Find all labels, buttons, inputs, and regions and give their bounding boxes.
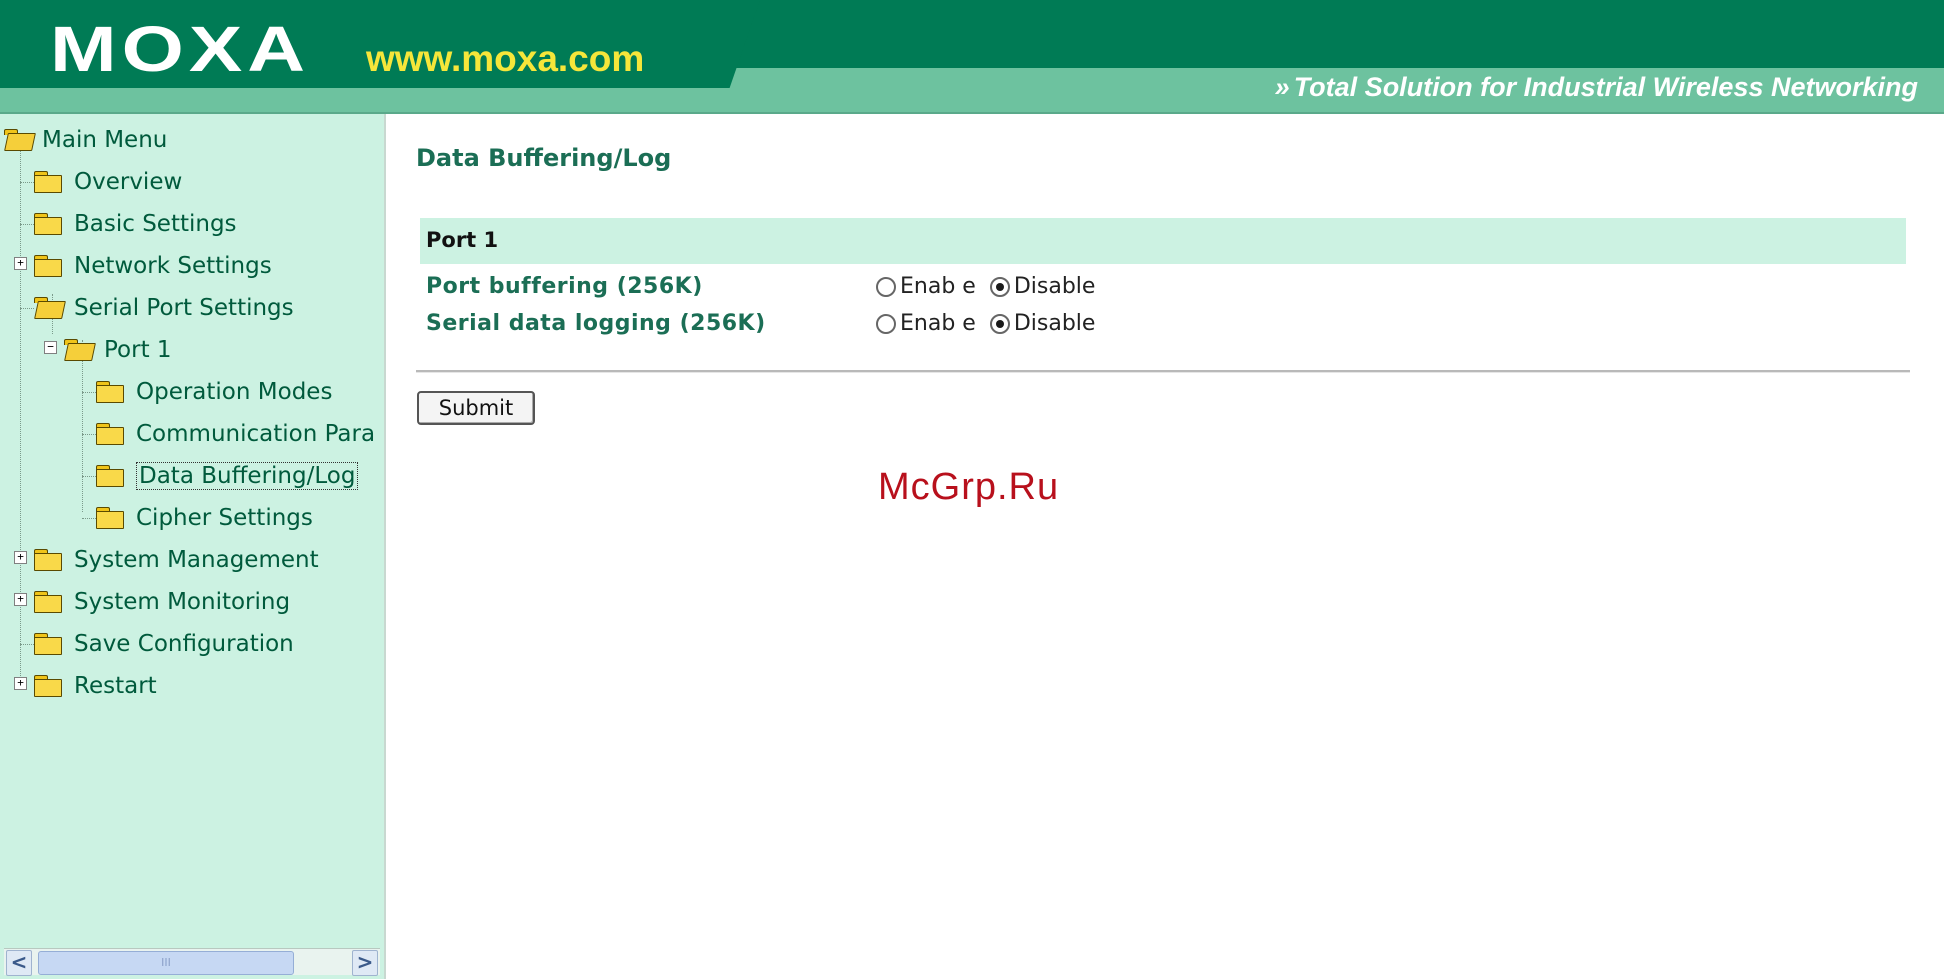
serial-logging-disable-option[interactable]: Disable	[989, 311, 1096, 336]
sidebar-item-label: Overview	[74, 169, 183, 195]
divider	[416, 370, 1910, 373]
sidebar-item-main-menu[interactable]: Main Menu	[4, 123, 167, 157]
header-tagline: » Total Solution for Industrial Wireless …	[1275, 72, 1918, 103]
tree-guide	[82, 434, 96, 435]
sidebar-item-restart[interactable]: Restart	[34, 669, 157, 703]
sidebar-item-save-configuration[interactable]: Save Configuration	[34, 627, 294, 661]
sidebar-item-system-management[interactable]: System Management	[34, 543, 319, 577]
radio-button-checked[interactable]	[989, 276, 1010, 297]
port-buffering-radio-group: Enab e Disable	[876, 274, 1109, 299]
sidebar-item-communication-parameters[interactable]: Communication Para	[96, 417, 375, 451]
header-banner: MOXA www.moxa.com » Total Solution for In…	[0, 0, 1944, 114]
sidebar-item-overview[interactable]: Overview	[34, 165, 182, 199]
site-url: www.moxa.com	[366, 38, 645, 79]
folder-open-icon	[64, 339, 92, 361]
expand-plus-icon[interactable]: +	[14, 257, 27, 270]
setting-label: Serial data logging (256K)	[426, 311, 766, 336]
sidebar-item-label: Network Settings	[74, 253, 272, 279]
tree-guide	[82, 476, 96, 477]
double-chevron-icon: »	[1274, 72, 1290, 102]
tree-guide	[20, 644, 34, 645]
tree-guide	[82, 392, 96, 393]
sidebar-item-basic-settings[interactable]: Basic Settings	[34, 207, 237, 241]
scroll-left-icon[interactable]: <	[6, 950, 32, 976]
sidebar-item-port-1[interactable]: Port 1	[64, 333, 172, 367]
sidebar-item-label: Restart	[74, 673, 157, 699]
folder-icon	[34, 549, 62, 571]
sidebar-item-operation-modes[interactable]: Operation Modes	[96, 375, 332, 409]
folder-icon	[34, 675, 62, 697]
expand-plus-icon[interactable]: +	[14, 551, 27, 564]
tree-guide	[82, 518, 96, 519]
folder-open-icon	[4, 129, 32, 151]
sidebar-item-label: System Management	[74, 547, 319, 573]
tree-guide	[20, 308, 34, 309]
serial-logging-enable-option[interactable]: Enab e	[876, 311, 976, 336]
setting-row-port-buffering: Port buffering (256K) Enab e Disable	[420, 270, 1906, 306]
radio-button-checked[interactable]	[989, 313, 1010, 334]
sidebar-item-data-buffering-log[interactable]: Data Buffering/Log	[96, 459, 359, 493]
sidebar-item-label: Basic Settings	[74, 211, 237, 237]
sidebar-item-label: Save Configuration	[74, 631, 294, 657]
sidebar-item-label: Data Buffering/Log	[136, 462, 359, 490]
folder-icon	[96, 507, 124, 529]
watermark-text: McGrp.Ru	[878, 466, 1060, 508]
tagline-text: Total Solution for Industrial Wireless N…	[1293, 72, 1918, 102]
sidebar-item-label: Serial Port Settings	[74, 295, 294, 321]
moxa-logo: MOXA	[50, 13, 310, 85]
main-content: Data Buffering/Log Port 1 Port buffering…	[384, 114, 1944, 979]
page-title: Data Buffering/Log	[416, 144, 672, 172]
sidebar-item-network-settings[interactable]: Network Settings	[34, 249, 272, 283]
radio-label: Disable	[1013, 274, 1096, 299]
sidebar-item-label: Operation Modes	[136, 379, 333, 405]
sidebar-item-label: Port 1	[104, 337, 172, 363]
port-buffering-enable-option[interactable]: Enab e	[876, 274, 976, 299]
sidebar-item-label: Communication Para	[136, 421, 376, 447]
sidebar-item-system-monitoring[interactable]: System Monitoring	[34, 585, 290, 619]
folder-open-icon	[34, 297, 62, 319]
setting-row-serial-data-logging: Serial data logging (256K) Enab e Disabl…	[420, 307, 1906, 343]
submit-button[interactable]: Submit	[417, 391, 535, 425]
radio-button[interactable]	[876, 313, 896, 334]
folder-icon	[34, 633, 62, 655]
setting-label: Port buffering (256K)	[426, 274, 703, 299]
folder-icon	[96, 465, 124, 487]
collapse-minus-icon[interactable]: −	[44, 341, 57, 354]
radio-label: Disable	[1013, 311, 1096, 336]
radio-label: Enab e	[900, 274, 976, 299]
sidebar-item-cipher-settings[interactable]: Cipher Settings	[96, 501, 313, 535]
section-title: Port 1	[426, 228, 499, 252]
radio-label: Enab e	[900, 311, 976, 336]
folder-icon	[34, 255, 62, 277]
section-header: Port 1	[420, 218, 1906, 264]
sidebar-item-serial-port-settings[interactable]: Serial Port Settings	[34, 291, 294, 325]
sidebar-tree: Main Menu Overview Basic Settings + Netw…	[0, 114, 386, 979]
scroll-right-icon[interactable]: >	[352, 950, 378, 976]
scrollbar-thumb[interactable]: III	[38, 951, 294, 975]
sidebar-item-label: Cipher Settings	[136, 505, 313, 531]
expand-plus-icon[interactable]: +	[14, 677, 27, 690]
serial-logging-radio-group: Enab e Disable	[876, 311, 1109, 336]
folder-icon	[34, 171, 62, 193]
folder-icon	[96, 381, 124, 403]
horizontal-scrollbar[interactable]: < III >	[4, 948, 380, 976]
sidebar-item-label: Main Menu	[42, 127, 168, 153]
radio-button[interactable]	[876, 276, 896, 297]
folder-icon	[34, 213, 62, 235]
tree-guide	[20, 182, 34, 183]
folder-icon	[34, 591, 62, 613]
port-buffering-disable-option[interactable]: Disable	[989, 274, 1096, 299]
folder-icon	[96, 423, 124, 445]
tree-guide	[20, 224, 34, 225]
expand-plus-icon[interactable]: +	[14, 593, 27, 606]
sidebar-item-label: System Monitoring	[74, 589, 291, 615]
